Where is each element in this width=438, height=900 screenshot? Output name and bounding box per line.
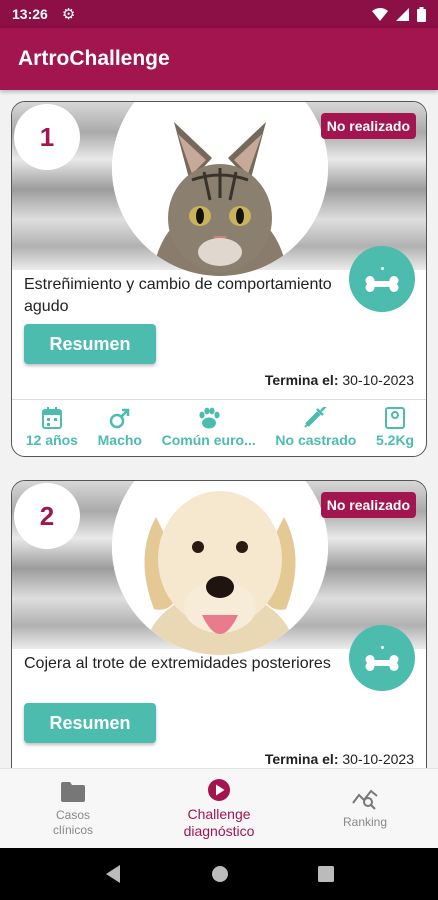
- settings-gear-icon: ⚙: [61, 6, 76, 23]
- status-badge: No realizado: [320, 492, 416, 518]
- case-number-badge: 1: [14, 104, 80, 170]
- battery-icon: [417, 6, 426, 22]
- paw-icon: [197, 406, 221, 430]
- system-navigation-bar: [0, 848, 438, 900]
- back-icon[interactable]: [104, 864, 122, 884]
- signal-icon: [396, 7, 409, 21]
- bone-button[interactable]: [349, 625, 415, 691]
- end-date: Termina el: 30-10-2023: [265, 751, 414, 767]
- bottom-navigation: Casos clínicos Challenge diagnóstico Ran…: [0, 768, 438, 848]
- attribute-weight-label: 5.2Kg: [375, 432, 415, 448]
- attribute-neutered-label: No castrado: [275, 432, 357, 448]
- nav-ranking[interactable]: Ranking: [292, 769, 438, 848]
- home-icon[interactable]: [211, 865, 229, 883]
- indicator-dot: [380, 645, 384, 649]
- nav-challenge-diagnostico[interactable]: Challenge diagnóstico: [146, 769, 292, 848]
- challenge-list[interactable]: 1 No realizado Estreñimiento y cambio de…: [0, 90, 438, 768]
- resumen-button[interactable]: Resumen: [24, 324, 156, 364]
- patient-attributes: 12 años Macho Común euro... No castrado: [12, 406, 426, 454]
- nav-casos-clinicos-label: Casos clínicos: [52, 807, 93, 837]
- nav-challenge-diagnostico-label: Challenge diagnóstico: [183, 805, 255, 839]
- attribute-sex: Macho: [98, 406, 142, 454]
- resumen-button[interactable]: Resumen: [24, 703, 156, 743]
- nav-ranking-label: Ranking: [342, 815, 388, 829]
- bone-icon: [365, 275, 399, 292]
- attribute-age: 12 años: [26, 406, 78, 454]
- bone-button[interactable]: [349, 246, 415, 312]
- folder-icon: [61, 780, 85, 804]
- play-icon: [207, 778, 231, 802]
- end-date-label: Termina el:: [264, 751, 339, 767]
- status-badge: No realizado: [320, 113, 416, 139]
- recents-icon[interactable]: [317, 866, 334, 882]
- calendar-icon: [41, 406, 62, 430]
- indicator-dot: [380, 266, 384, 270]
- app-bar: ArtroChallenge: [0, 28, 438, 90]
- end-date-label: Termina el:: [264, 372, 339, 388]
- end-date-value: 30-10-2023: [342, 372, 414, 388]
- case-title: Estreñimiento y cambio de comportamiento…: [24, 276, 332, 315]
- attribute-breed-label: Común euro...: [161, 432, 256, 448]
- ranking-icon: [352, 787, 378, 811]
- syringe-icon: [303, 406, 329, 430]
- attribute-sex-label: Macho: [97, 432, 142, 448]
- divider: [12, 399, 426, 400]
- male-icon: [109, 406, 131, 430]
- clock: 13:26: [12, 6, 48, 22]
- bone-icon: [365, 654, 399, 671]
- case-title: Cojera al trote de extremidades posterio…: [24, 655, 331, 672]
- attribute-neutered: No castrado: [275, 406, 356, 454]
- case-number-badge: 2: [14, 483, 80, 549]
- wifi-icon: [372, 7, 388, 21]
- scale-icon: [385, 406, 406, 430]
- case-card[interactable]: 2 No realizado Cojera al trote de extrem…: [11, 480, 427, 768]
- case-card[interactable]: 1 No realizado Estreñimiento y cambio de…: [11, 101, 427, 457]
- end-date: Termina el: 30-10-2023: [265, 372, 414, 388]
- end-date-value: 30-10-2023: [342, 751, 414, 767]
- attribute-weight: 5.2Kg: [376, 406, 414, 454]
- attribute-breed: Común euro...: [162, 406, 256, 454]
- app-title: ArtroChallenge: [18, 47, 170, 70]
- nav-casos-clinicos[interactable]: Casos clínicos: [0, 769, 146, 848]
- attribute-age-label: 12 años: [25, 432, 78, 448]
- status-bar: 13:26 ⚙: [0, 0, 438, 28]
